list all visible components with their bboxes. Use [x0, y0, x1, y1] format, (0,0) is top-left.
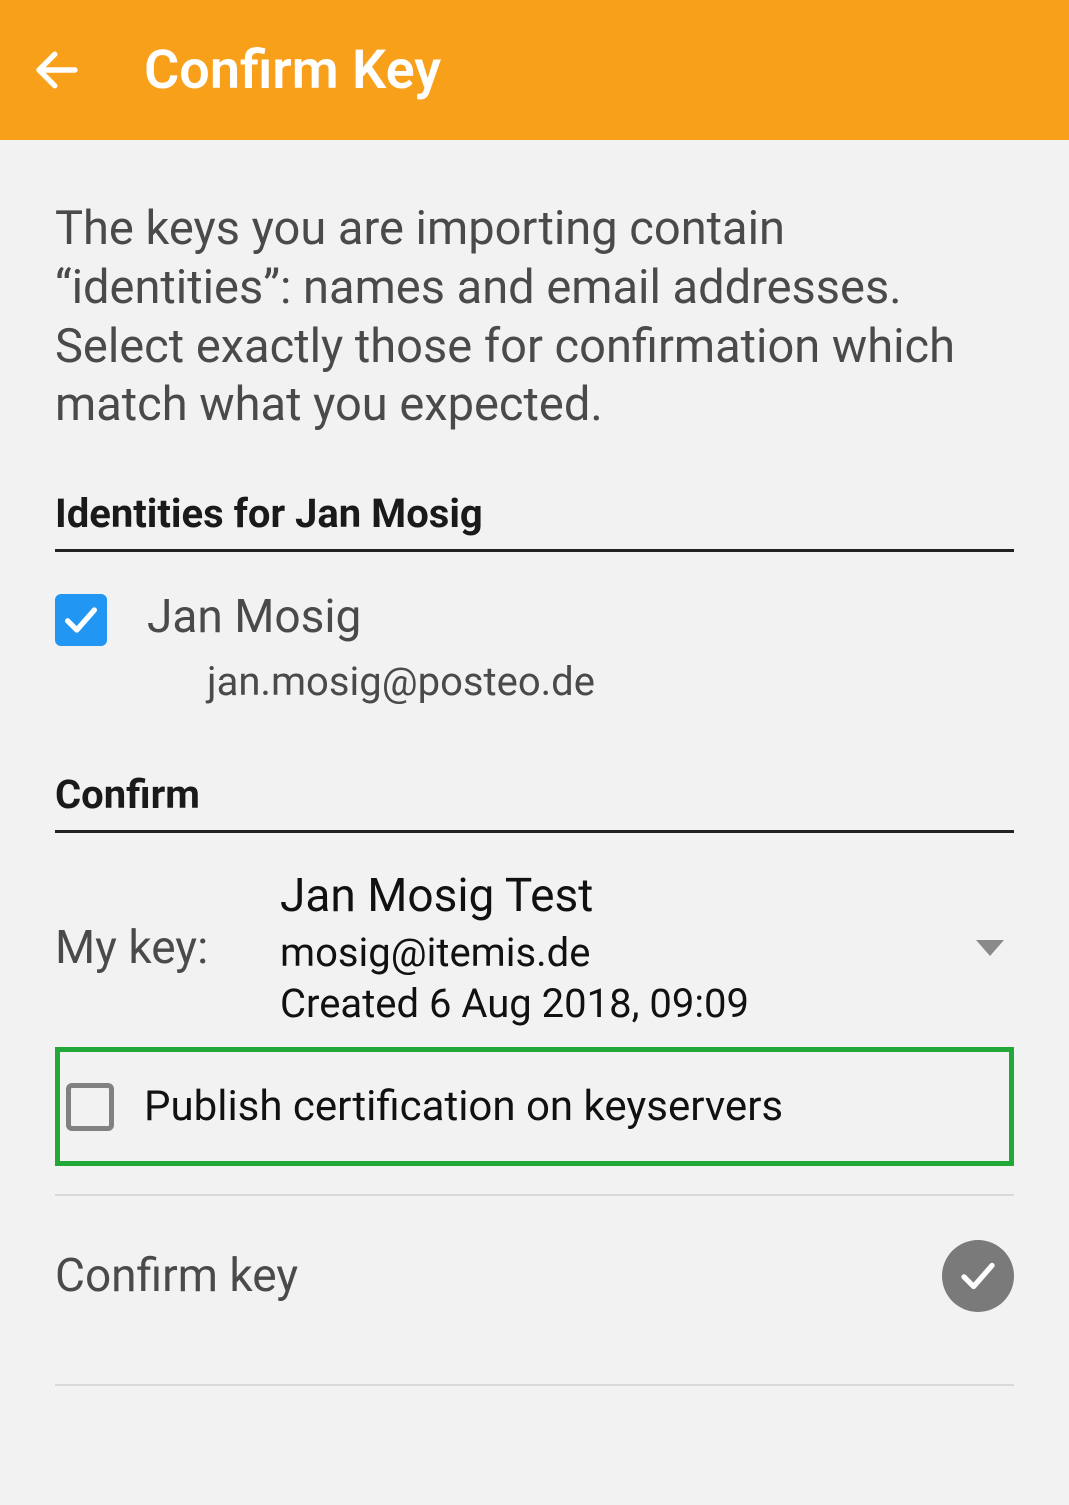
check-icon [957, 1255, 999, 1297]
identities-header: Identities for Jan Mosig [55, 490, 1014, 537]
divider [55, 830, 1014, 833]
my-key-name: Jan Mosig Test [280, 869, 976, 923]
divider [55, 549, 1014, 552]
app-bar: Confirm Key [0, 0, 1069, 140]
intro-text: The keys you are importing contain “iden… [55, 200, 1014, 435]
confirm-key-row[interactable]: Confirm key [55, 1196, 1014, 1356]
my-key-email: mosig@itemis.de [280, 929, 976, 976]
publish-row[interactable]: Publish certification on keyservers [66, 1082, 1003, 1131]
identity-name: Jan Mosig [147, 590, 595, 644]
chevron-down-icon [976, 940, 1004, 956]
identity-checkbox[interactable] [55, 594, 107, 646]
app-bar-title: Confirm Key [144, 39, 441, 102]
identity-email: jan.mosig@posteo.de [207, 658, 595, 705]
publish-checkbox[interactable] [66, 1083, 114, 1131]
publish-highlight-box: Publish certification on keyservers [55, 1047, 1014, 1166]
my-key-label: My key: [55, 921, 280, 975]
my-key-selector[interactable]: My key: Jan Mosig Test mosig@itemis.de C… [55, 863, 1014, 1027]
divider [55, 1384, 1014, 1386]
identity-row[interactable]: Jan Mosig jan.mosig@posteo.de [55, 582, 1014, 735]
confirm-key-button[interactable] [942, 1240, 1014, 1312]
publish-label: Publish certification on keyservers [144, 1082, 783, 1131]
check-icon [61, 600, 101, 640]
confirm-header: Confirm [55, 771, 1014, 818]
my-key-created: Created 6 Aug 2018, 09:09 [280, 980, 976, 1027]
back-arrow-icon[interactable] [30, 43, 84, 97]
confirm-key-label: Confirm key [55, 1249, 298, 1303]
